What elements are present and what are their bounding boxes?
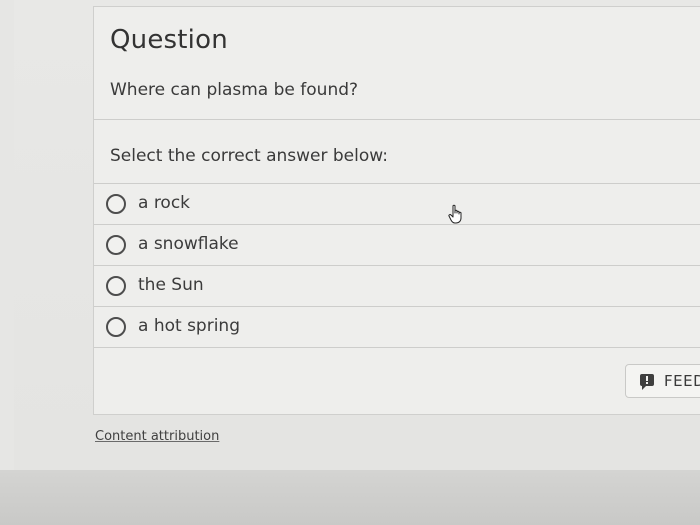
question-section: Question Where can plasma be found? xyxy=(94,7,700,120)
question-card: Question Where can plasma be found? Sele… xyxy=(93,6,700,415)
radio-button[interactable] xyxy=(106,194,126,214)
feedback-label: FEED xyxy=(664,372,700,390)
radio-button[interactable] xyxy=(106,317,126,337)
answer-option-a-snowflake[interactable]: a snowflake xyxy=(94,225,700,266)
hand-pointer-icon xyxy=(448,204,462,224)
answer-prompt: Select the correct answer below: xyxy=(110,146,388,166)
question-title: Question xyxy=(110,25,228,55)
answer-option-a-hot-spring[interactable]: a hot spring xyxy=(94,307,700,348)
option-label: the Sun xyxy=(138,275,204,295)
radio-button[interactable] xyxy=(106,235,126,255)
question-text: Where can plasma be found? xyxy=(110,80,359,100)
page-bottom xyxy=(0,470,700,525)
answer-options: a rock a snowflake the Sun a hot spring xyxy=(94,184,700,348)
feedback-button[interactable]: FEED xyxy=(625,364,700,398)
content-attribution-link[interactable]: Content attribution xyxy=(95,429,219,444)
option-label: a hot spring xyxy=(138,316,240,336)
radio-button[interactable] xyxy=(106,276,126,296)
option-label: a snowflake xyxy=(138,234,239,254)
answer-option-the-sun[interactable]: the Sun xyxy=(94,266,700,307)
feedback-icon xyxy=(640,374,654,390)
option-label: a rock xyxy=(138,193,191,213)
answer-option-a-rock[interactable]: a rock xyxy=(94,184,700,225)
screen: Question Where can plasma be found? Sele… xyxy=(0,0,700,525)
left-gutter xyxy=(0,0,14,470)
